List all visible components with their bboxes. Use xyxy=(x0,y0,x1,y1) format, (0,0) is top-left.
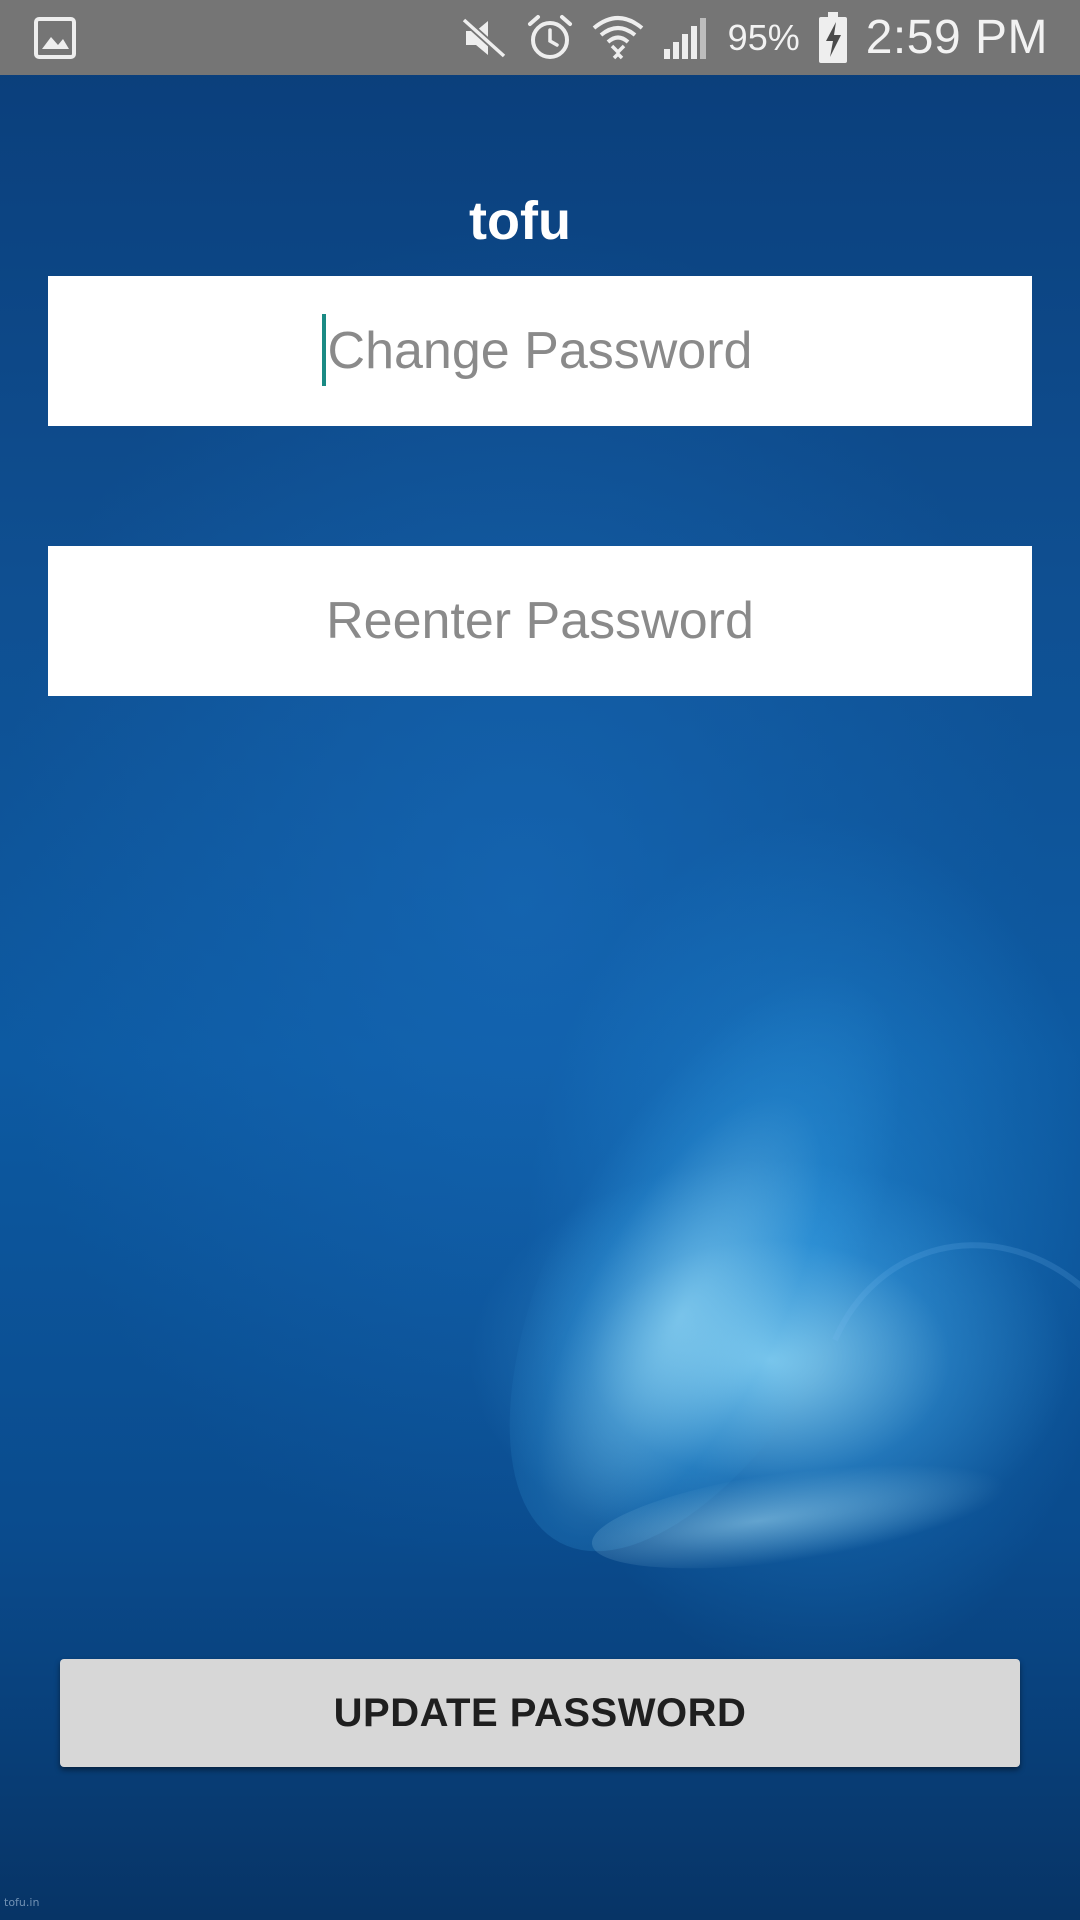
signal-icon xyxy=(662,15,710,61)
background-light-streak xyxy=(427,907,993,1613)
background-light-glow xyxy=(585,1441,1015,1589)
update-password-button[interactable]: UPDATE PASSWORD xyxy=(60,1659,1020,1767)
image-notification-icon xyxy=(34,17,76,59)
status-icons: 95% 2:59 PM xyxy=(460,0,1048,75)
mute-icon xyxy=(460,16,508,60)
status-bar: 95% 2:59 PM xyxy=(0,0,1080,75)
app-screen: 95% 2:59 PM tofu UPDATE PASSWORD tofu.in xyxy=(0,0,1080,1920)
battery-percent: 95% xyxy=(727,16,800,58)
text-cursor xyxy=(322,314,326,386)
background-light-arc xyxy=(766,1194,1080,1658)
alarm-icon xyxy=(526,14,574,62)
wifi-icon xyxy=(592,14,644,62)
reenter-password-input[interactable] xyxy=(48,546,1032,696)
reenter-password-field[interactable] xyxy=(48,546,1032,696)
watermark: tofu.in xyxy=(4,1896,40,1909)
battery-charging-icon xyxy=(818,11,848,64)
change-password-input[interactable] xyxy=(48,276,1032,426)
clock: 2:59 PM xyxy=(865,11,1048,64)
change-password-field[interactable] xyxy=(48,276,1032,426)
app-title: tofu xyxy=(469,191,571,251)
